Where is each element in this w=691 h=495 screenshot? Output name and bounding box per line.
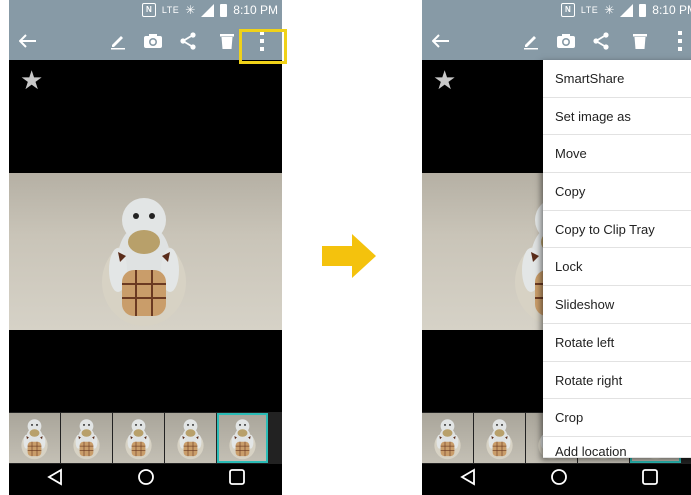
- home-circle-icon[interactable]: [550, 468, 568, 491]
- thumbnail[interactable]: [61, 413, 112, 463]
- home-circle-icon[interactable]: [137, 468, 155, 491]
- back-triangle-icon[interactable]: [459, 468, 477, 491]
- nfc-icon: N: [141, 3, 156, 17]
- photo-viewer[interactable]: ★: [9, 60, 282, 412]
- filmstrip: [9, 412, 282, 464]
- back-triangle-icon[interactable]: [46, 468, 64, 491]
- overflow-menu-icon[interactable]: [672, 22, 688, 60]
- share-icon[interactable]: [175, 22, 201, 60]
- menu-item-slideshow[interactable]: Slideshow: [543, 286, 691, 324]
- status-bar: N LTE ✳ 8:10 PM: [422, 0, 691, 22]
- duck-photo[interactable]: [9, 173, 282, 330]
- battery-icon: [220, 3, 228, 17]
- navigation-bar: [422, 464, 691, 495]
- thumbnail[interactable]: [113, 413, 164, 463]
- recents-square-icon[interactable]: [228, 468, 246, 491]
- signal-icon: [620, 3, 634, 17]
- transition-arrow-icon: [322, 234, 376, 283]
- thumbnail[interactable]: [474, 413, 525, 463]
- navigation-bar: [9, 464, 282, 495]
- lte-label: LTE: [161, 5, 180, 15]
- menu-item-copy-to-clip-tray[interactable]: Copy to Clip Tray: [543, 211, 691, 249]
- menu-item-move[interactable]: Move: [543, 135, 691, 174]
- menu-item-crop[interactable]: Crop: [543, 399, 691, 437]
- clock: 8:10 PM: [233, 3, 278, 17]
- thumbnail[interactable]: [165, 413, 216, 463]
- data-activity-icon: ✳: [185, 3, 196, 17]
- share-icon[interactable]: [588, 22, 614, 60]
- thumbnail-selected[interactable]: [217, 413, 268, 463]
- thumbnail[interactable]: [9, 413, 60, 463]
- back-arrow-icon[interactable]: [428, 22, 454, 60]
- overflow-menu: SmartShare Set image as Move Copy Copy t…: [543, 60, 691, 458]
- camera-icon[interactable]: [553, 22, 579, 60]
- signal-icon: [201, 3, 215, 17]
- clock: 8:10 PM: [652, 3, 691, 17]
- menu-item-copy[interactable]: Copy: [543, 173, 691, 211]
- star-icon[interactable]: ★: [20, 67, 43, 93]
- recents-square-icon[interactable]: [641, 468, 659, 491]
- menu-item-set-image-as[interactable]: Set image as: [543, 98, 691, 136]
- delete-icon[interactable]: [628, 22, 652, 60]
- phone-screen-after: N LTE ✳ 8:10 PM ★: [422, 0, 691, 495]
- phone-screen-before: N LTE ✳ 8:10 PM ★: [9, 0, 282, 495]
- edit-icon[interactable]: [105, 22, 131, 60]
- battery-icon: [639, 3, 647, 17]
- star-icon[interactable]: ★: [433, 67, 456, 93]
- menu-item-rotate-right[interactable]: Rotate right: [543, 362, 691, 400]
- status-bar: N LTE ✳ 8:10 PM: [9, 0, 282, 22]
- camera-icon[interactable]: [140, 22, 166, 60]
- nfc-icon: N: [560, 3, 575, 17]
- edit-icon[interactable]: [518, 22, 544, 60]
- action-bar: [422, 22, 691, 60]
- delete-icon[interactable]: [215, 22, 239, 60]
- back-arrow-icon[interactable]: [15, 22, 41, 60]
- menu-item-smartshare[interactable]: SmartShare: [543, 60, 691, 98]
- overflow-highlight-box: [239, 29, 287, 64]
- lte-label: LTE: [580, 5, 599, 15]
- menu-item-add-location[interactable]: Add location: [543, 437, 691, 458]
- menu-item-rotate-left[interactable]: Rotate left: [543, 324, 691, 362]
- menu-item-lock[interactable]: Lock: [543, 248, 691, 287]
- thumbnail[interactable]: [422, 413, 473, 463]
- data-activity-icon: ✳: [604, 3, 615, 17]
